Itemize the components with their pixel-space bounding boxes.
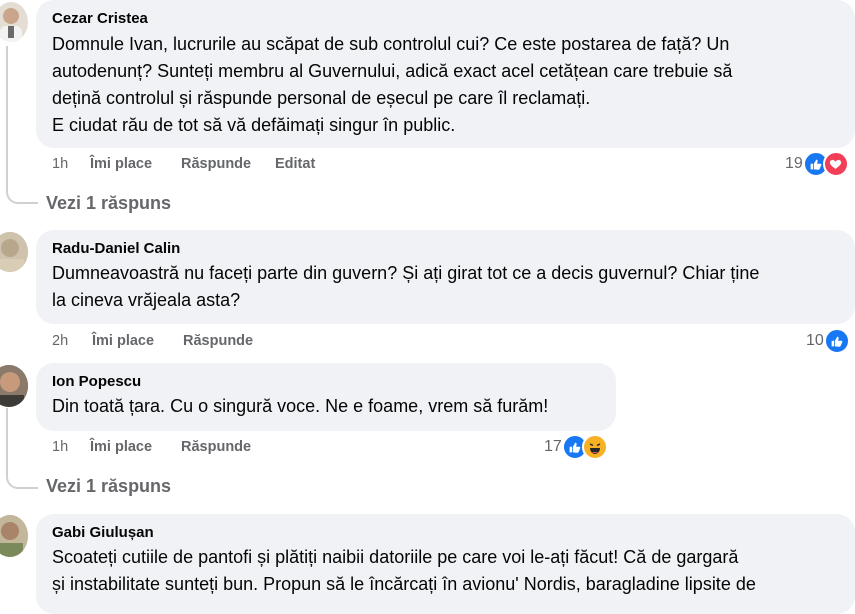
comment-author[interactable]: Radu-Daniel Calin [52, 240, 841, 258]
avatar[interactable] [0, 2, 28, 42]
reaction-summary[interactable]: 19 [785, 151, 849, 177]
comment-author[interactable]: Ion Popescu [52, 373, 602, 391]
haha-reaction-icon [581, 434, 608, 460]
comment-bubble: Ion Popescu Din toată țara. Cu o singură… [36, 363, 616, 431]
reaction-count: 17 [544, 438, 562, 455]
comment-time[interactable]: 2h [52, 333, 92, 349]
reply-button[interactable]: Răspunde [183, 333, 253, 349]
like-button[interactable]: Îmi place [92, 333, 183, 349]
comment-actions: 2h Îmi place Răspunde [52, 333, 253, 349]
avatar[interactable] [0, 365, 28, 407]
love-reaction-icon [822, 151, 849, 177]
reaction-summary[interactable]: 17 [544, 434, 608, 460]
comment-time[interactable]: 1h [52, 439, 90, 455]
thread-connector [6, 445, 38, 489]
reaction-count: 19 [785, 155, 803, 172]
comment-text: Dumneavoastră nu faceți parte din guvern… [52, 263, 760, 310]
avatar[interactable] [0, 232, 28, 272]
comment-bubble: Gabi Giulușan Scoateți cutiile de pantof… [36, 514, 855, 614]
comment-text: Domnule Ivan, lucrurile au scăpat de sub… [52, 34, 733, 135]
edited-label[interactable]: Editat [275, 156, 315, 172]
comment-text: Din toată țara. Cu o singură voce. Ne e … [52, 396, 549, 416]
comment-actions: 1h Îmi place Răspunde [52, 439, 251, 455]
view-replies-link[interactable]: Vezi 1 răspuns [46, 476, 171, 497]
comment-author[interactable]: Gabi Giulușan [52, 524, 841, 542]
comment-actions: 1h Îmi place Răspunde Editat [52, 156, 315, 172]
thread-connector [6, 160, 38, 204]
view-replies-link[interactable]: Vezi 1 răspuns [46, 193, 171, 214]
reply-button[interactable]: Răspunde [181, 156, 275, 172]
comment-text: Scoateți cutiile de pantofi și plătiți n… [52, 547, 756, 594]
like-button[interactable]: Îmi place [90, 439, 181, 455]
reaction-count: 10 [806, 332, 824, 349]
comment-bubble: Cezar Cristea Domnule Ivan, lucrurile au… [36, 0, 855, 148]
like-reaction-icon [823, 328, 850, 354]
reaction-summary[interactable]: 10 [806, 328, 850, 354]
comment-bubble: Radu-Daniel Calin Dumneavoastră nu faceț… [36, 230, 855, 324]
reply-button[interactable]: Răspunde [181, 439, 251, 455]
like-button[interactable]: Îmi place [90, 156, 181, 172]
comment-time[interactable]: 1h [52, 156, 90, 172]
avatar[interactable] [0, 515, 28, 557]
comment-author[interactable]: Cezar Cristea [52, 10, 841, 28]
